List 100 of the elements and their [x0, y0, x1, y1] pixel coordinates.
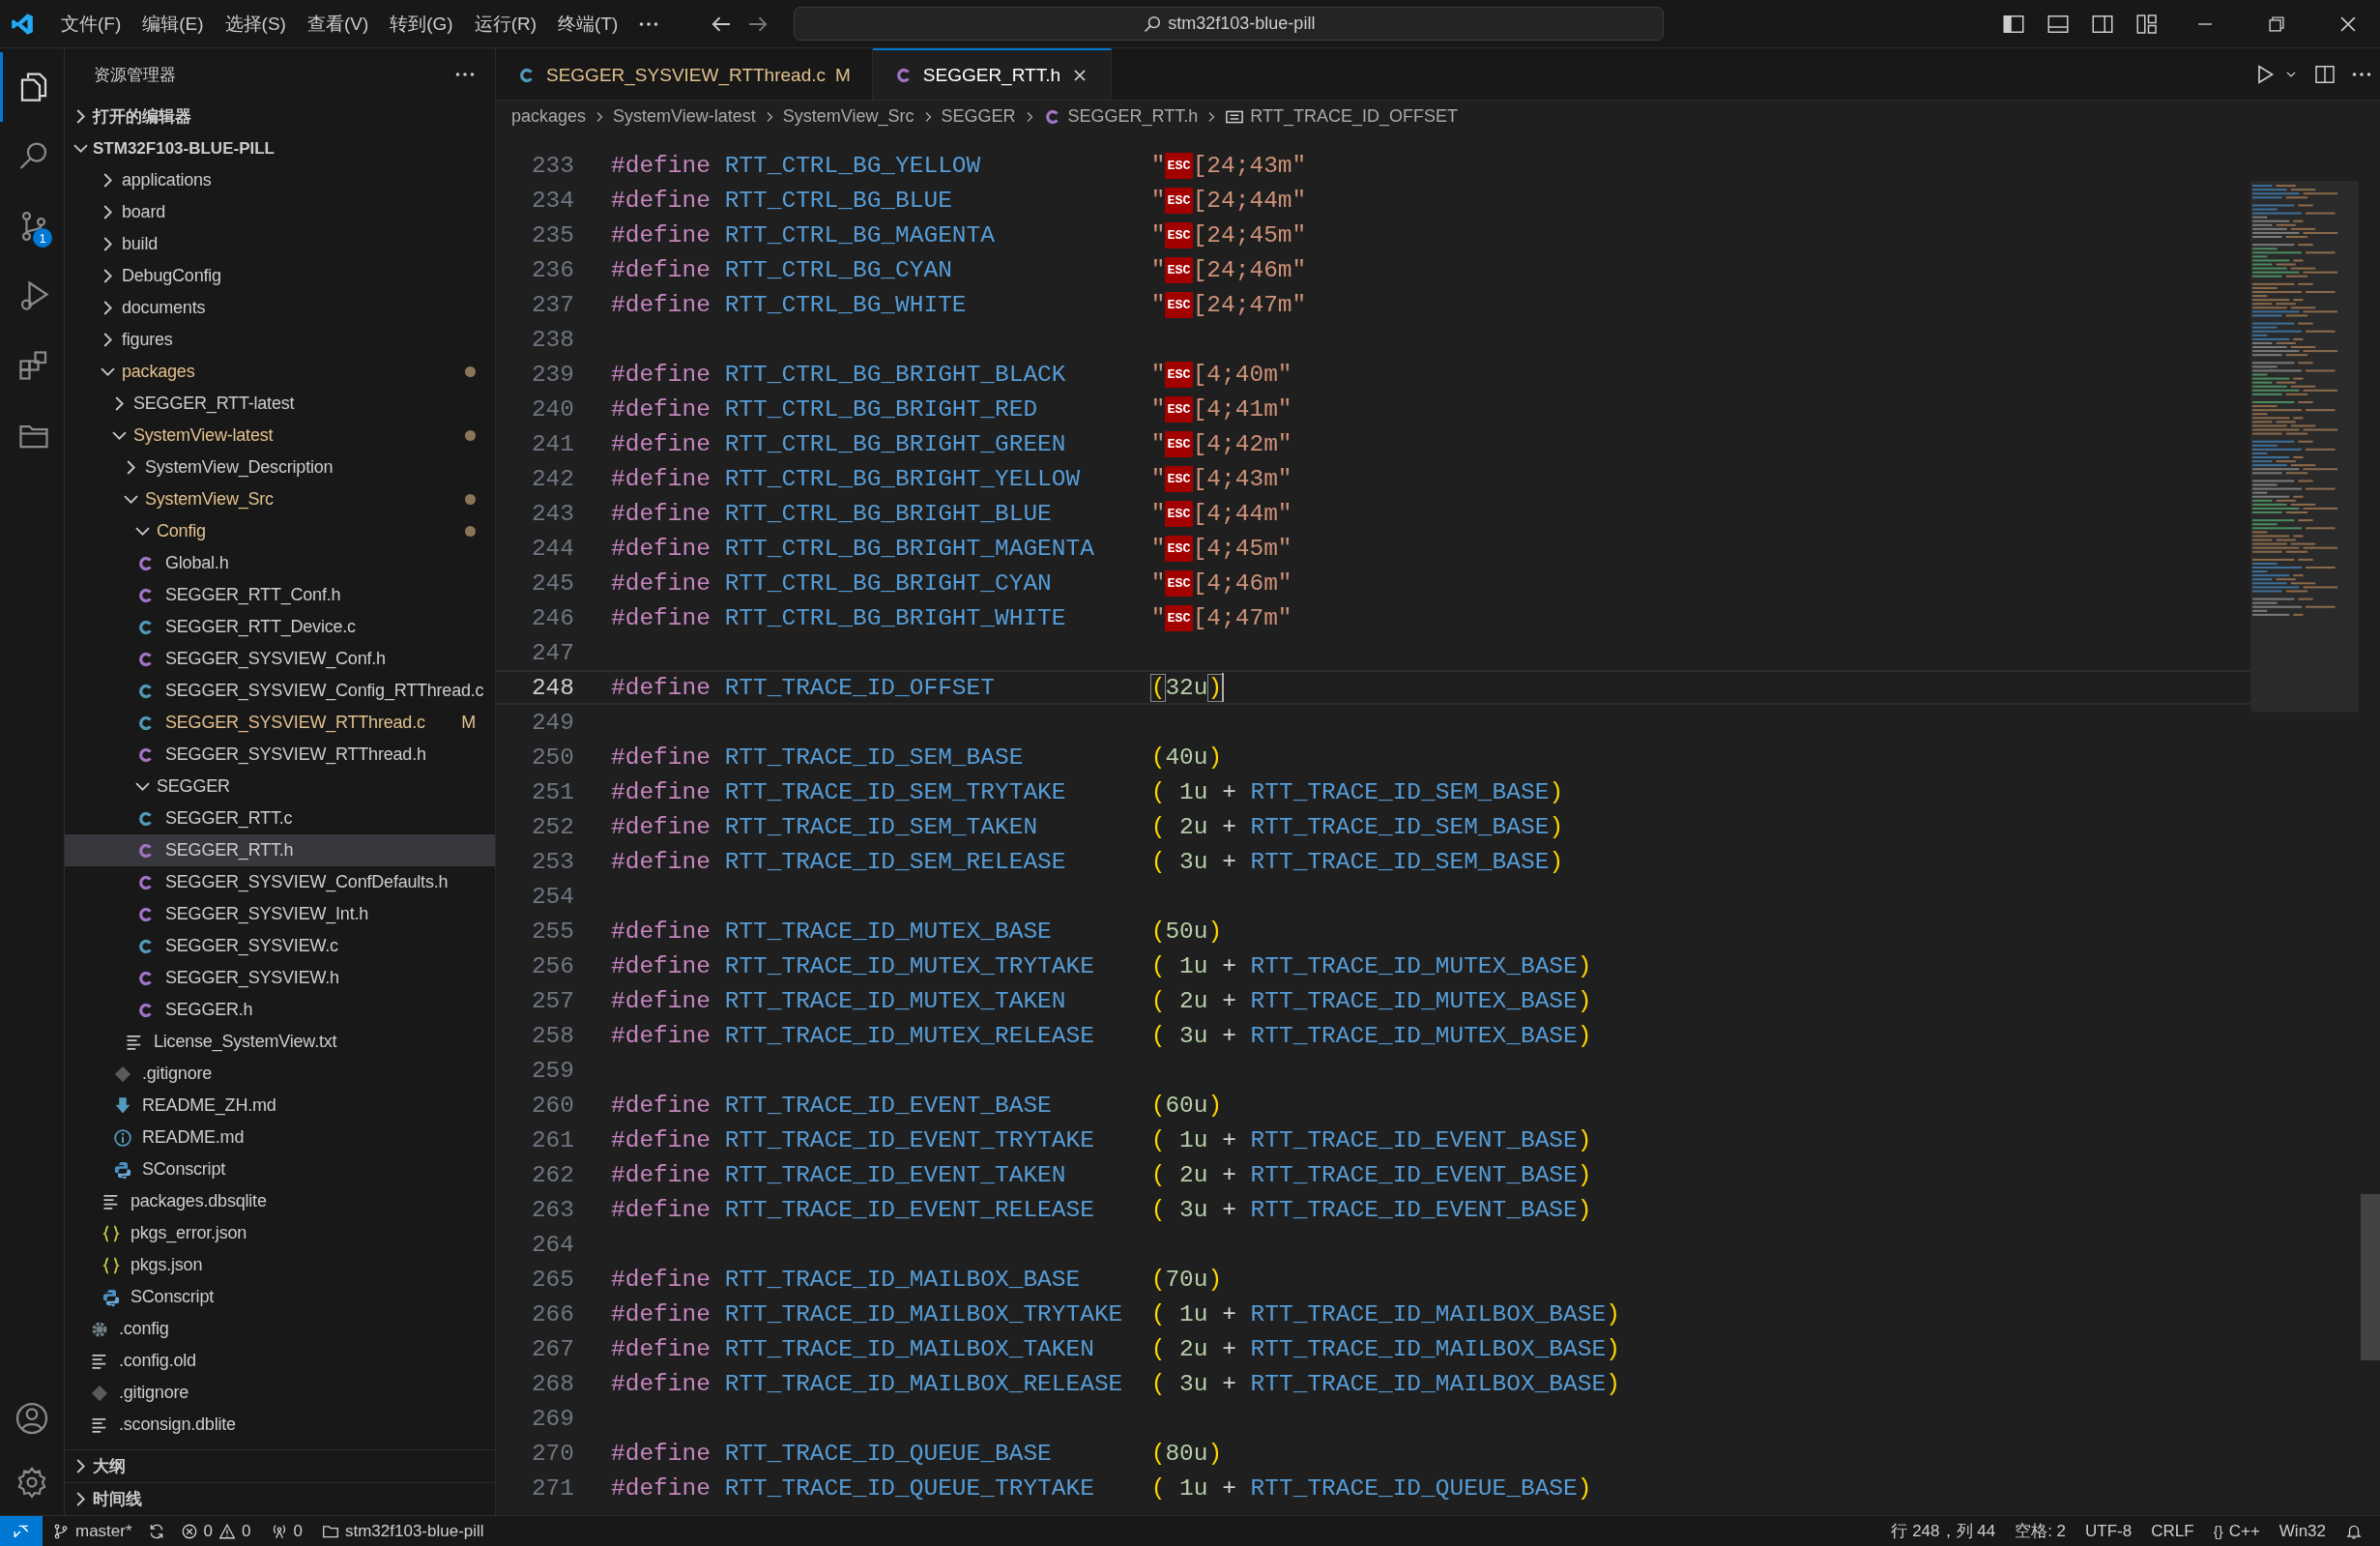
line-number: 240: [530, 395, 575, 423]
folder-item[interactable]: figures: [65, 324, 495, 356]
account-icon[interactable]: [15, 1401, 49, 1436]
section-header[interactable]: 大纲: [65, 1449, 495, 1482]
chevron-icon: [101, 367, 115, 376]
code-line: #define RTT_TRACE_ID_OFFSET (32u): [611, 674, 1223, 701]
folder-item[interactable]: documents: [65, 292, 495, 324]
folder-item[interactable]: SEGGER: [65, 771, 495, 802]
line-number: 247: [530, 639, 575, 666]
menu-item[interactable]: 运行(R): [465, 7, 546, 41]
menu-item[interactable]: 终端(T): [549, 7, 627, 41]
breadcrumb-item[interactable]: RTT_TRACE_ID_OFFSET: [1250, 106, 1458, 127]
line-number: 249: [530, 709, 575, 736]
file-item[interactable]: packages.dbsqlite: [65, 1185, 495, 1217]
status-item[interactable]: 行 248，列 44: [1881, 1520, 2006, 1542]
folder-item[interactable]: SystemView_Src: [65, 483, 495, 515]
scrollbar-thumb[interactable]: [2361, 1194, 2380, 1360]
line-number: 243: [530, 500, 575, 527]
menu-item[interactable]: 查看(V): [298, 7, 378, 41]
folder-item[interactable]: packages: [65, 356, 495, 388]
breadcrumb-item[interactable]: SEGGER: [941, 106, 1016, 127]
file-item[interactable]: SEGGER_SYSVIEW_RTThread.c M: [65, 707, 495, 739]
file-item[interactable]: SConscript: [65, 1281, 495, 1313]
file-item[interactable]: SEGGER_SYSVIEW_Conf.h: [65, 643, 495, 675]
section-header[interactable]: STM32F103-BLUE-PILL: [65, 132, 495, 164]
problems-item[interactable]: 0 0: [170, 1521, 261, 1541]
folder-item[interactable]: applications: [65, 164, 495, 196]
file-item[interactable]: pkgs_error.json: [65, 1217, 495, 1249]
file-item[interactable]: SEGGER_SYSVIEW_RTThread.h: [65, 739, 495, 771]
chevron-icon: [135, 782, 150, 791]
language-item[interactable]: {} C++: [2203, 1521, 2270, 1541]
line-number: 262: [530, 1161, 575, 1188]
folder-item[interactable]: build: [65, 228, 495, 260]
line-number: 246: [530, 604, 575, 631]
file-item[interactable]: SEGGER_RTT.c: [65, 802, 495, 834]
code-line: #define RTT_CTRL_BG_BLUE "ESC[24;44m": [611, 187, 1307, 214]
breadcrumb-item[interactable]: SEGGER_RTT.h: [1067, 106, 1199, 127]
file-item[interactable]: .config: [65, 1313, 495, 1345]
line-number: 264: [530, 1231, 575, 1258]
file-item[interactable]: SEGGER_SYSVIEW.c: [65, 930, 495, 962]
file-item[interactable]: pkgs.json: [65, 1249, 495, 1281]
grid-layout-icon[interactable]: [2135, 12, 2159, 36]
menu-item[interactable]: 文件(F): [52, 7, 131, 41]
chevron-icon: [127, 460, 135, 475]
file-item[interactable]: License_SystemView.txt: [65, 1026, 495, 1058]
chevron-icon: [103, 301, 112, 315]
branch-item[interactable]: master*: [43, 1521, 142, 1541]
activity-bar-item[interactable]: 1: [0, 191, 64, 261]
line-number: 268: [530, 1370, 575, 1397]
code-line: #define RTT_TRACE_ID_MUTEX_RELEASE ( 3u + RTT_TRACE_ID_MUTEX_BASE): [611, 1022, 1592, 1049]
status-item[interactable]: UTF-8: [2075, 1521, 2142, 1541]
status-item[interactable]: Win32: [2269, 1521, 2336, 1541]
folder-item[interactable]: SystemView_Description: [65, 452, 495, 483]
workspace-item[interactable]: stm32f103-blue-pill: [312, 1521, 494, 1541]
folder-item[interactable]: board: [65, 196, 495, 228]
line-number: 263: [530, 1196, 575, 1223]
remote-button[interactable]: [0, 1516, 43, 1546]
menu-item[interactable]: 编辑(E): [133, 7, 213, 41]
file-item[interactable]: SEGGER_SYSVIEW_ConfDefaults.h: [65, 866, 495, 898]
code-line: #define RTT_TRACE_ID_EVENT_BASE (60u): [611, 1092, 1223, 1119]
code-line: #define RTT_CTRL_BG_BRIGHT_GREEN "ESC[4;42m": [611, 430, 1292, 457]
section-header[interactable]: 打开的编辑器: [65, 101, 495, 132]
editor-tab[interactable]: SEGGER_RTT.h: [872, 48, 1112, 100]
breadcrumb-item[interactable]: packages: [511, 106, 587, 127]
file-item[interactable]: .gitignore: [65, 1377, 495, 1409]
file-item[interactable]: SEGGER_RTT_Device.c: [65, 611, 495, 643]
file-item[interactable]: Global.h: [65, 547, 495, 579]
ports-item[interactable]: 0: [260, 1521, 312, 1541]
editor-tab[interactable]: SEGGER_SYSVIEW_RTThread.c M: [496, 48, 873, 100]
breadcrumb-item[interactable]: SystemView_Src: [782, 106, 914, 127]
file-item[interactable]: SEGGER_RTT_Conf.h: [65, 579, 495, 611]
menu-item[interactable]: 选择(S): [216, 7, 295, 41]
file-item[interactable]: .config.old: [65, 1345, 495, 1377]
folder-item[interactable]: SystemView-latest: [65, 420, 495, 452]
code-line: #define RTT_TRACE_ID_MUTEX_TRYTAKE ( 1u + RTT_TRACE_ID_MUTEX_BASE): [611, 952, 1592, 979]
chevron-icon: [103, 269, 112, 283]
file-item[interactable]: SEGGER_SYSVIEW.h: [65, 962, 495, 994]
code-line: #define RTT_CTRL_BG_BRIGHT_CYAN "ESC[4;46m": [611, 569, 1292, 597]
chevron-icon: [115, 396, 124, 411]
file-item[interactable]: SConscript: [65, 1153, 495, 1185]
file-item[interactable]: .gitignore: [65, 1058, 495, 1090]
folder-item[interactable]: Config: [65, 515, 495, 547]
file-item[interactable]: SEGGER_RTT.h: [65, 834, 495, 866]
file-item[interactable]: SEGGER_SYSVIEW_Int.h: [65, 898, 495, 930]
modified-label: M: [461, 713, 476, 733]
breadcrumb-item[interactable]: SystemView-latest: [613, 106, 756, 127]
file-item[interactable]: SEGGER_SYSVIEW_Config_RTThread.c: [65, 675, 495, 707]
menu-item[interactable]: 转到(G): [381, 7, 462, 41]
file-item[interactable]: SEGGER.h: [65, 994, 495, 1026]
folder-item[interactable]: DebugConfig: [65, 260, 495, 292]
line-number: 267: [530, 1335, 575, 1362]
folder-item[interactable]: SEGGER_RTT-latest: [65, 388, 495, 420]
file-item[interactable]: .sconsign.dblite: [65, 1409, 495, 1441]
code-line: #define RTT_TRACE_ID_SEM_RELEASE ( 3u + RTT_TRACE_ID_SEM_BASE): [611, 848, 1564, 875]
code-line: #define RTT_CTRL_BG_BRIGHT_WHITE "ESC[4;47m": [611, 604, 1292, 631]
command-search-field[interactable]: stm32f103-blue-pill: [794, 7, 1665, 41]
status-item[interactable]: 空格: 2: [2005, 1520, 2076, 1542]
file-item[interactable]: README.md: [65, 1122, 495, 1153]
file-item[interactable]: README_ZH.md: [65, 1090, 495, 1122]
status-item[interactable]: CRLF: [2141, 1521, 2204, 1541]
